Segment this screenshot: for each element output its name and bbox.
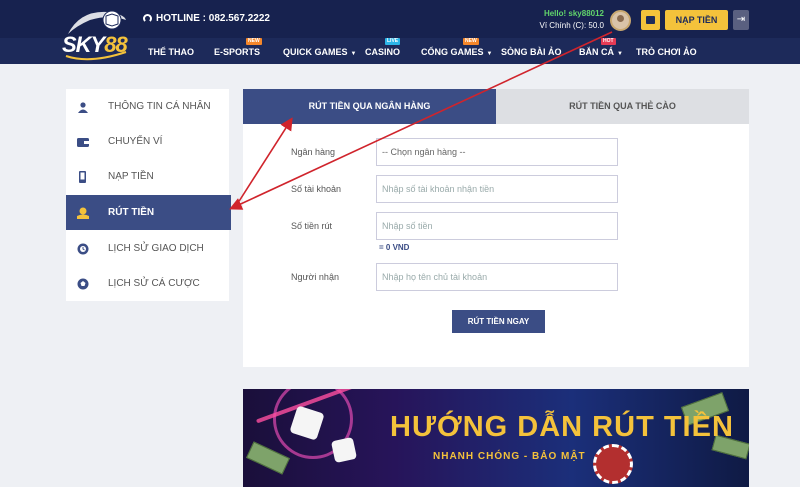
deposit-button[interactable]: NẠP TIỀN xyxy=(665,10,728,30)
hot-badge: HOT xyxy=(601,38,616,45)
withdraw-guide-banner[interactable]: HƯỚNG DẪN RÚT TIỀN NHANH CHÓNG - BẢO MẬT xyxy=(243,389,749,487)
nav-item-casino[interactable]: LIVE CASINO xyxy=(365,38,421,64)
main-nav: THỂ THAO NEW E-SPORTS QUICK GAMES ▼ LIVE … xyxy=(148,38,706,64)
account-number-input[interactable] xyxy=(376,175,618,203)
new-badge: NEW xyxy=(246,38,262,45)
withdraw-icon xyxy=(77,207,89,219)
receiver-name-input[interactable] xyxy=(376,263,618,291)
nav-item-ban-ca[interactable]: HOT BẮN CÁ ▼ xyxy=(579,38,636,64)
avatar[interactable] xyxy=(610,10,631,31)
nav-item-the-thao[interactable]: THỂ THAO xyxy=(148,38,214,64)
user-info: Hello! sky88012 Ví Chính (C): 50.0 xyxy=(520,9,604,30)
active-indicator xyxy=(228,195,231,230)
account-number-label: Số tài khoản xyxy=(291,184,342,194)
sidebar-item-bet-history[interactable]: LỊCH SỬ CÁ CƯỢC xyxy=(66,266,229,301)
nav-item-quick-games[interactable]: QUICK GAMES ▼ xyxy=(283,38,365,64)
caret-down-icon: ▼ xyxy=(350,51,357,57)
sidebar-item-transaction-history[interactable]: LỊCH SỬ GIAO DỊCH xyxy=(66,231,229,266)
user-wallet-balance: Ví Chính (C): 50.0 xyxy=(539,21,604,30)
caret-down-icon: ▼ xyxy=(617,51,623,57)
receiver-label: Người nhận xyxy=(291,272,339,282)
banner-title: HƯỚNG DẪN RÚT TIỀN xyxy=(390,411,734,443)
logout-icon[interactable]: ⇥ xyxy=(733,10,749,30)
poker-chip-image xyxy=(593,444,633,484)
tab-card-withdraw[interactable]: RÚT TIỀN QUA THẺ CÀO xyxy=(496,89,749,124)
hotline: HOTLINE : 082.567.2222 xyxy=(143,13,270,24)
logo-text: SKY88 xyxy=(62,32,128,57)
phone-icon xyxy=(79,170,86,183)
sidebar-item-deposit[interactable]: NẠP TIỀN xyxy=(66,159,229,194)
user-greeting: Hello! sky88012 xyxy=(543,9,604,18)
bank-label: Ngân hàng xyxy=(291,147,336,157)
headset-icon xyxy=(143,14,152,23)
history-icon xyxy=(77,243,89,254)
nav-item-song-bai-ao[interactable]: SÒNG BÀI ẢO xyxy=(501,38,579,64)
wallet-button[interactable] xyxy=(641,10,660,30)
nav-item-esports[interactable]: NEW E-SPORTS xyxy=(214,38,283,64)
new-badge: NEW xyxy=(463,38,479,45)
withdraw-panel: RÚT TIỀN QUA NGÂN HÀNG RÚT TIỀN QUA THẺ … xyxy=(243,89,749,367)
tab-bank-withdraw[interactable]: RÚT TIỀN QUA NGÂN HÀNG xyxy=(243,89,496,124)
bank-select[interactable]: -- Chọn ngân hàng -- xyxy=(376,138,618,166)
logo[interactable]: SKY88 xyxy=(60,6,132,62)
sidebar-item-withdraw[interactable]: RÚT TIỀN xyxy=(66,195,229,230)
banner-subtitle: NHANH CHÓNG - BẢO MẬT xyxy=(433,451,586,462)
caret-down-icon: ▼ xyxy=(486,51,493,57)
hotline-text: HOTLINE : 082.567.2222 xyxy=(156,13,270,24)
sidebar-item-transfer-wallet[interactable]: CHUYỂN VÍ xyxy=(66,124,229,159)
nav-item-tro-choi-ao[interactable]: TRÒ CHƠI ẢO xyxy=(636,38,706,64)
live-badge: LIVE xyxy=(385,38,401,45)
ball-icon xyxy=(77,278,89,289)
user-icon xyxy=(78,101,88,113)
amount-input[interactable] xyxy=(376,212,618,240)
sidebar-item-personal-info[interactable]: THÔNG TIN CÁ NHÂN xyxy=(66,89,229,124)
account-sidebar: THÔNG TIN CÁ NHÂN CHUYỂN VÍ NẠP TIỀN RÚT… xyxy=(66,89,229,301)
dice-image xyxy=(330,436,358,464)
nav-item-cong-games[interactable]: NEW CỔNG GAMES ▼ xyxy=(421,38,501,64)
withdraw-now-button[interactable]: RÚT TIỀN NGAY xyxy=(452,310,545,333)
amount-label: Số tiền rút xyxy=(291,221,333,231)
header: SKY88 HOTLINE : 082.567.2222 Hello! sky8… xyxy=(0,0,800,64)
amount-conversion: = 0 VND xyxy=(379,243,410,252)
wallet-icon xyxy=(646,16,655,24)
wallet-icon xyxy=(77,137,89,147)
